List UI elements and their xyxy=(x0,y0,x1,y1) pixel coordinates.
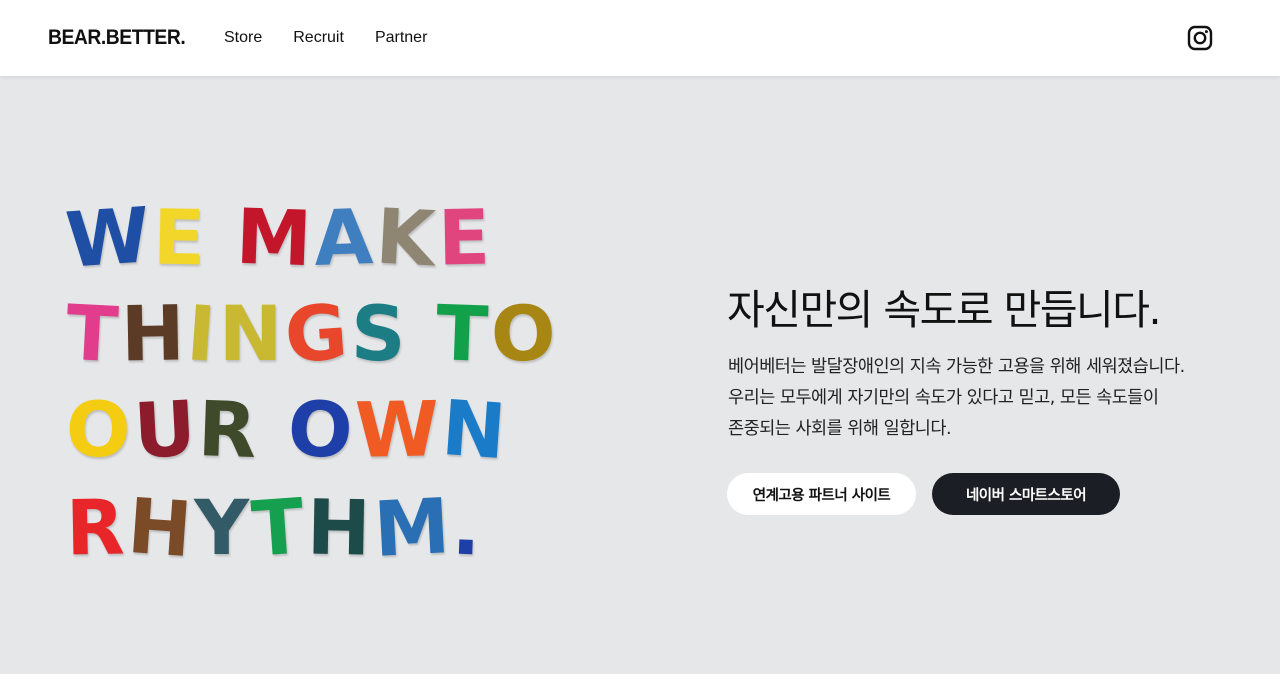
description-line: 존중되는 사회를 위해 일합니다. xyxy=(728,419,952,439)
art-letter: M xyxy=(371,481,452,574)
art-letter: K xyxy=(373,191,438,284)
hero-headline: 자신만의 속도로 만듭니다. xyxy=(727,286,1162,334)
main-nav: Store Recruit Partner xyxy=(224,29,458,47)
description-line: 베어베터는 발달장애인의 지속 가능한 고용을 위해 세워졌습니다. xyxy=(728,357,1185,377)
art-letter: G xyxy=(282,286,351,381)
art-letter: E xyxy=(437,192,491,283)
site-header: BEAR.BETTER. Store Recruit Partner xyxy=(0,0,1280,76)
art-letter: S xyxy=(349,288,407,379)
art-letter: R xyxy=(65,482,126,573)
art-letter: T xyxy=(249,481,308,574)
art-letter: Y xyxy=(194,483,250,572)
smartstore-button[interactable]: 네이버 스마트스토어 xyxy=(932,473,1120,515)
art-letter: N xyxy=(218,289,283,378)
nav-partner[interactable]: Partner xyxy=(375,29,427,47)
art-letter: U xyxy=(131,383,198,476)
hero-illustration: WE MAKE THINGS TO OUR OWN RHYTHM. xyxy=(62,190,626,580)
art-letter: W xyxy=(62,190,153,285)
art-letter: H xyxy=(306,482,372,573)
art-letter: H xyxy=(124,480,195,575)
art-line: WE MAKE xyxy=(62,190,493,285)
art-line: RHYTHM. xyxy=(65,480,484,575)
art-letter: R xyxy=(196,384,259,475)
art-letter: W xyxy=(354,384,441,475)
art-letter: A xyxy=(312,192,375,283)
art-letter: T xyxy=(63,287,121,380)
art-letter: M xyxy=(234,191,313,284)
art-letter: N xyxy=(439,382,509,477)
art-line: OUR OWN xyxy=(65,382,509,477)
art-letter: H xyxy=(120,288,186,379)
art-letter: E xyxy=(152,192,206,283)
hero-description: 베어베터는 발달장애인의 지속 가능한 고용을 위해 세워졌습니다. 우리는 모… xyxy=(728,352,1185,445)
art-letter: I xyxy=(184,288,219,379)
partner-site-button[interactable]: 연계고용 파트너 사이트 xyxy=(727,473,916,515)
nav-recruit[interactable]: Recruit xyxy=(293,29,344,47)
nav-store[interactable]: Store xyxy=(224,29,262,47)
art-line: THINGS TO xyxy=(63,286,559,381)
instagram-icon[interactable] xyxy=(1187,25,1213,51)
art-letter: O xyxy=(65,384,132,475)
art-letter: T xyxy=(434,288,490,379)
description-line: 우리는 모두에게 자기만의 속도가 있다고 믿고, 모든 속도들이 xyxy=(728,388,1159,408)
art-letter: O xyxy=(285,383,355,476)
logo[interactable]: BEAR.BETTER. xyxy=(48,26,186,50)
art-letter: O xyxy=(489,287,558,380)
art-letter: . xyxy=(450,482,483,573)
